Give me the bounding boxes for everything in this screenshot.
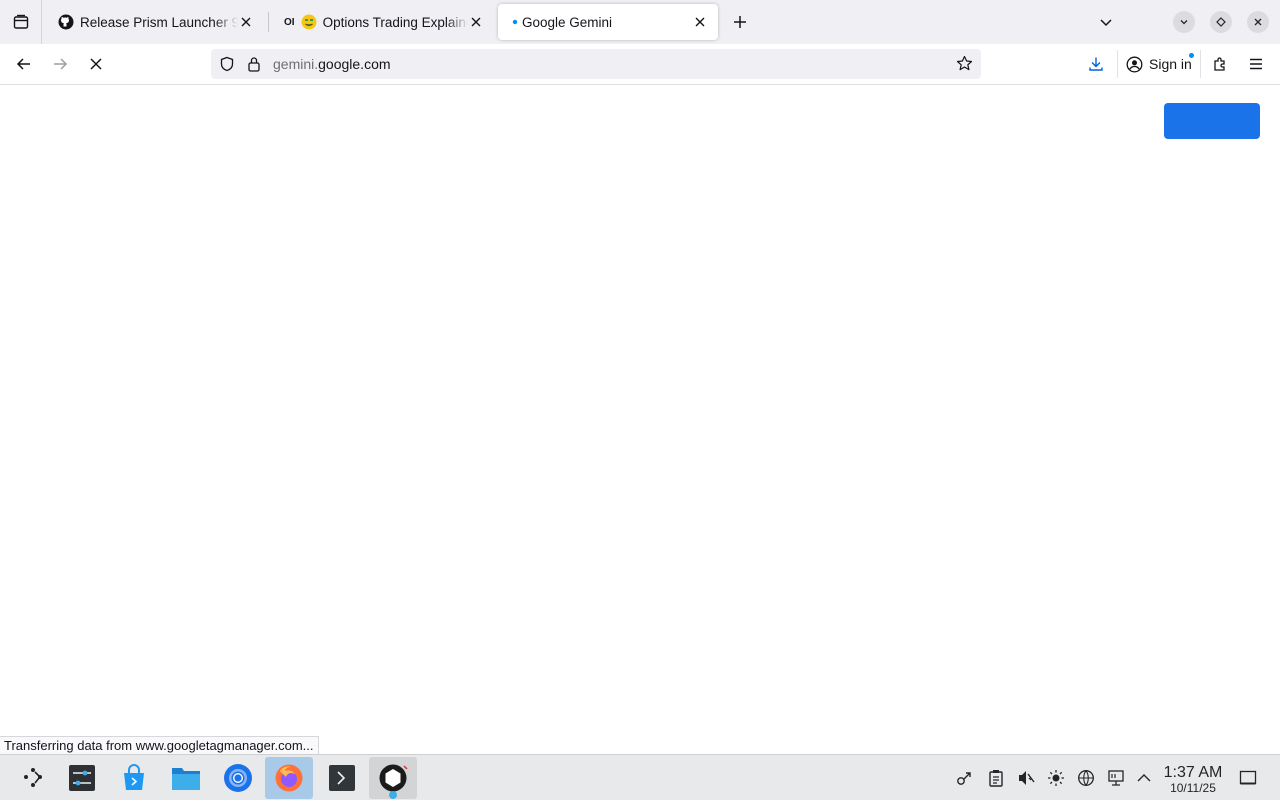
taskbar-file-manager[interactable] (162, 757, 210, 799)
sign-in-page-button[interactable] (1164, 103, 1260, 139)
tab-title: Google Gemini (522, 14, 613, 30)
loading-dot-icon (510, 14, 520, 30)
chevron-up-icon (1137, 774, 1151, 782)
chromium-icon (224, 764, 252, 792)
tab-prism-launcher[interactable]: Release Prism Launcher 9.4 (46, 4, 264, 40)
tab-separator (268, 12, 269, 32)
list-all-tabs-button[interactable] (1094, 10, 1118, 34)
volume-muted-icon (1019, 771, 1035, 785)
arrow-left-icon (16, 58, 30, 70)
notification-dot (1188, 53, 1194, 58)
running-indicator (389, 791, 397, 799)
clipboard-icon (989, 770, 1003, 787)
puzzle-piece-icon (1214, 57, 1225, 71)
app-launcher-button[interactable] (9, 757, 57, 799)
status-panel: Transferring data from www.googletagmana… (0, 736, 319, 754)
new-tab-button[interactable] (728, 10, 752, 34)
url-text[interactable]: gemini.google.com (273, 56, 391, 72)
network-wired-icon (1108, 770, 1124, 786)
minimize-window-button[interactable] (1173, 11, 1195, 33)
terminal-icon (329, 765, 355, 791)
taskbar-obs-studio[interactable] (369, 757, 417, 799)
extensions-button[interactable] (1206, 50, 1234, 78)
tray-network-globe[interactable] (1076, 768, 1096, 788)
address-bar[interactable]: gemini.google.com (211, 49, 981, 79)
obs-studio-icon (379, 764, 408, 792)
tray-volume[interactable] (1016, 768, 1036, 788)
taskbar-firefox[interactable] (265, 757, 313, 799)
tray-kde-connect[interactable] (955, 768, 975, 788)
shield-icon[interactable] (219, 56, 235, 77)
tab-options-trading[interactable]: OI Options Trading Explained (272, 4, 494, 40)
navigation-toolbar: gemini.google.com Sign in (0, 44, 1280, 85)
stop-x-icon (90, 58, 102, 70)
site-logo-icon: OI (284, 14, 295, 30)
maximize-window-button[interactable] (1210, 11, 1232, 33)
close-icon (1254, 18, 1262, 26)
taskbar: 1:37 AM 10/11/25 (0, 754, 1280, 800)
url-domain: google.com (318, 56, 391, 72)
tray-clipboard[interactable] (986, 768, 1006, 788)
show-desktop-icon (1239, 770, 1257, 785)
globe-icon (1078, 770, 1094, 786)
money-face-emoji-icon (301, 14, 317, 30)
tray-expand-button[interactable] (1134, 768, 1154, 788)
bookmark-star-icon[interactable] (956, 55, 973, 77)
close-tab-icon[interactable] (468, 14, 484, 30)
close-tab-icon[interactable] (238, 14, 254, 30)
tray-wired-network[interactable] (1106, 768, 1126, 788)
tab-strip: Release Prism Launcher 9.4 OI Options Tr… (0, 0, 1280, 44)
chevron-down-icon (1100, 19, 1112, 27)
clock-time: 1:37 AM (1163, 764, 1223, 781)
sign-in-label: Sign in (1149, 56, 1192, 72)
back-button[interactable] (10, 50, 38, 78)
discover-store-icon (124, 764, 144, 790)
app-menu-button[interactable] (1242, 50, 1270, 78)
github-icon (58, 14, 74, 30)
downloads-button[interactable] (1082, 50, 1110, 78)
close-tab-icon[interactable] (692, 14, 708, 30)
taskbar-system-settings[interactable] (58, 757, 106, 799)
taskbar-terminal[interactable] (318, 757, 366, 799)
tab-google-gemini[interactable]: Google Gemini (498, 4, 718, 40)
arrow-right-icon (54, 58, 68, 70)
stop-loading-button[interactable] (82, 50, 110, 78)
tray-brightness[interactable] (1046, 768, 1066, 788)
page-content: Transferring data from www.googletagmana… (0, 85, 1280, 754)
site-logo-text: OI (284, 16, 295, 28)
lock-icon[interactable] (247, 56, 261, 77)
forward-button[interactable] (46, 50, 74, 78)
taskbar-discover[interactable] (110, 757, 158, 799)
kde-connect-icon (957, 772, 971, 785)
clock-date: 10/11/25 (1170, 781, 1216, 795)
diamond-icon (1216, 17, 1226, 27)
close-window-button[interactable] (1247, 11, 1269, 33)
sign-in-button[interactable]: Sign in (1117, 50, 1201, 78)
taskbar-chromium[interactable] (214, 757, 262, 799)
firefox-view-icon (13, 14, 28, 29)
download-icon (1089, 57, 1103, 71)
chevron-down-icon (1180, 20, 1188, 25)
app-launcher-icon (24, 768, 42, 787)
hamburger-menu-icon (1250, 58, 1262, 70)
firefox-icon (275, 764, 303, 792)
account-icon (1126, 56, 1143, 72)
url-subdomain: gemini. (273, 56, 319, 72)
brightness-icon (1048, 770, 1064, 786)
show-desktop-button[interactable] (1238, 768, 1258, 788)
plus-icon (734, 16, 746, 28)
tab-title: Options Trading Explained (322, 14, 468, 30)
digital-clock[interactable]: 1:37 AM 10/11/25 (1160, 764, 1226, 795)
firefox-view-button[interactable] (0, 0, 42, 44)
system-settings-icon (69, 765, 95, 791)
folder-icon (172, 768, 200, 790)
tab-title: Release Prism Launcher 9.4 (80, 14, 238, 30)
